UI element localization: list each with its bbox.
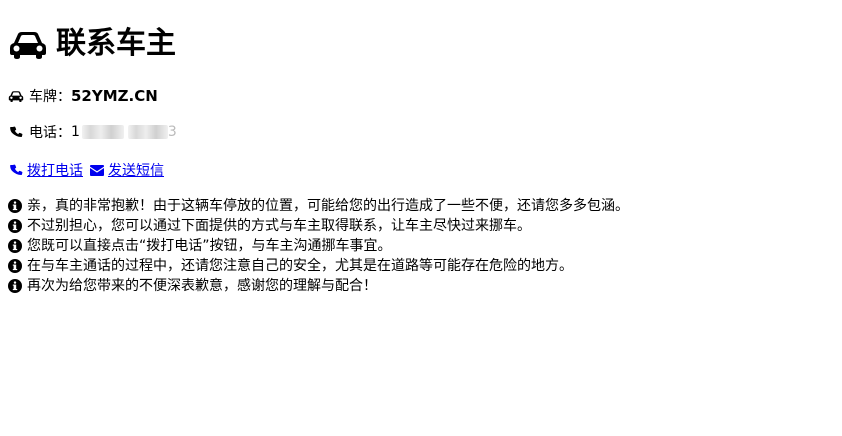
page: 联系车主 车牌： 52YMZ.CN 电话： 1 3 拨打电话 发送短信 亲，真的… <box>0 0 842 296</box>
sms-button[interactable]: 发送短信 <box>89 160 164 180</box>
phone-masked-digits <box>127 125 168 139</box>
note-text: 不过别担心，您可以通过下面提供的方式与车主取得联系，让车主尽快过来挪车。 <box>27 218 531 234</box>
contact-actions: 拨打电话 发送短信 <box>8 160 834 180</box>
plate-label: 车牌： <box>29 89 71 105</box>
phone-row: 电话： 1 3 <box>8 122 834 142</box>
car-icon <box>8 29 48 59</box>
sms-button-label: 发送短信 <box>108 163 164 179</box>
phone-suffix: 3 <box>167 124 177 140</box>
plate-row: 车牌： 52YMZ.CN <box>8 86 834 106</box>
phone-icon <box>8 125 24 139</box>
phone-icon <box>8 163 24 177</box>
plate-value: 52YMZ.CN <box>71 87 158 105</box>
info-icon <box>8 259 22 273</box>
page-title: 联系车主 <box>8 0 834 66</box>
phone-label: 电话： <box>29 125 71 141</box>
note-text: 您既可以直接点击“拨打电话”按钮，与车主沟通挪车事宜。 <box>27 238 392 254</box>
note-text: 再次为给您带来的不便深表歉意，感谢您的理解与配合！ <box>27 278 377 294</box>
call-button-label: 拨打电话 <box>27 163 83 179</box>
info-icon <box>8 279 22 293</box>
phone-masked-digits <box>81 125 124 139</box>
info-icon <box>8 239 22 253</box>
list-item: 在与车主通话的过程中，还请您注意自己的安全，尤其是在道路等可能存在危险的地方。 <box>8 256 834 276</box>
envelope-icon <box>89 163 105 177</box>
car-icon <box>8 89 24 103</box>
list-item: 再次为给您带来的不便深表歉意，感谢您的理解与配合！ <box>8 276 834 296</box>
list-item: 不过别担心，您可以通过下面提供的方式与车主取得联系，让车主尽快过来挪车。 <box>8 216 834 236</box>
list-item: 亲，真的非常抱歉！由于这辆车停放的位置，可能给您的出行造成了一些不便，还请您多多… <box>8 196 834 216</box>
phone-prefix: 1 <box>71 124 80 140</box>
info-icon <box>8 219 22 233</box>
list-item: 您既可以直接点击“拨打电话”按钮，与车主沟通挪车事宜。 <box>8 236 834 256</box>
note-text: 亲，真的非常抱歉！由于这辆车停放的位置，可能给您的出行造成了一些不便，还请您多多… <box>27 198 629 214</box>
info-icon <box>8 199 22 213</box>
phone-value: 1 3 <box>71 124 177 140</box>
page-title-text: 联系车主 <box>56 26 176 61</box>
note-text: 在与车主通话的过程中，还请您注意自己的安全，尤其是在道路等可能存在危险的地方。 <box>27 258 573 274</box>
apology-notes: 亲，真的非常抱歉！由于这辆车停放的位置，可能给您的出行造成了一些不便，还请您多多… <box>8 196 834 296</box>
call-button[interactable]: 拨打电话 <box>8 160 83 180</box>
